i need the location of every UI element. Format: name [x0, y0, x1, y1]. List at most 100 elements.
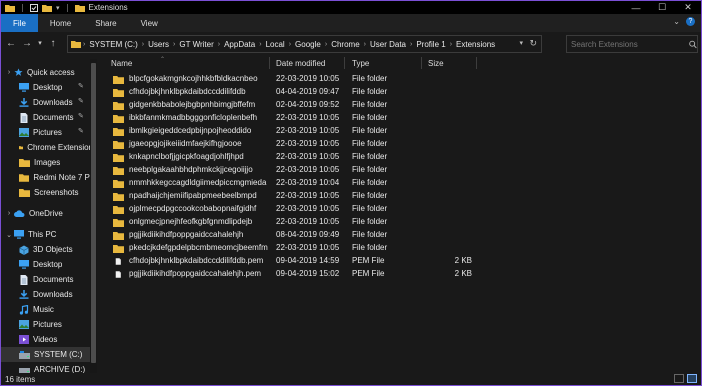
chevron-down-icon[interactable]: ⌄ — [5, 231, 13, 239]
file-row[interactable]: neebplgakaahbhdphmkckjjcegoiijjo 22-03-20… — [108, 164, 701, 177]
column-name[interactable]: Name — [111, 55, 132, 71]
3d-objects-icon — [19, 245, 29, 255]
help-icon[interactable]: ? — [686, 17, 695, 26]
pin-icon[interactable]: ✎ — [78, 128, 84, 135]
file-row[interactable]: onlgmecjpnejhfeofkgbfgnmdlipdejb 22-03-20… — [108, 216, 701, 229]
chevron-down-icon[interactable]: ▾ — [519, 39, 523, 47]
breadcrumb-extensions[interactable]: Extensions — [454, 40, 497, 49]
breadcrumb-google[interactable]: Google — [293, 40, 323, 49]
folder-icon — [113, 128, 124, 136]
chevron-down-icon[interactable]: ▾ — [56, 4, 60, 12]
file-row[interactable]: pkedcjkdefgpdelpbcmbmeomcjbeemfm 22-03-20… — [108, 242, 701, 255]
file-row[interactable]: ibmlkgieigeddcedpbijnpojheoddido 22-03-20… — [108, 125, 701, 138]
back-button[interactable]: ← — [3, 35, 19, 51]
file-row[interactable]: gidgenkbbabolejbgbpnhbimgjbffefm 02-04-20… — [108, 99, 701, 112]
breadcrumb-gt-writer[interactable]: GT Writer — [177, 40, 215, 49]
pin-icon[interactable]: ✎ — [78, 83, 84, 90]
column-divider[interactable] — [421, 57, 422, 69]
new-folder-icon[interactable] — [42, 4, 52, 12]
pin-icon[interactable]: ✎ — [78, 98, 84, 105]
nav-pane-scrollbar[interactable] — [90, 59, 97, 373]
nav-item-downloads[interactable]: Downloads ✎ — [1, 95, 97, 110]
nav-pc-downloads[interactable]: Downloads — [1, 287, 97, 302]
large-icons-view-button[interactable] — [687, 374, 697, 383]
nav-this-pc[interactable]: ⌄ This PC — [1, 227, 97, 242]
nav-quick-access[interactable]: › Quick access — [1, 65, 97, 80]
nav-item-redmi-note-7-pro[interactable]: Redmi Note 7 Pro — [1, 170, 97, 185]
scrollbar-thumb[interactable] — [91, 63, 96, 363]
column-date-modified[interactable]: Date modified — [276, 55, 325, 71]
up-button[interactable]: ↑ — [45, 35, 61, 51]
column-divider[interactable] — [344, 57, 345, 69]
file-row[interactable]: cfhdojbkjhnklbpkdaibdccddilifddb.pem 09-0… — [108, 255, 701, 268]
chevron-down-icon[interactable]: ⌄ — [673, 17, 680, 26]
file-row[interactable]: knkapnclbofjjgicpkfoagdjohlfjhpd 22-03-20… — [108, 151, 701, 164]
file-row[interactable]: pgjjikdiikihdfpoppgaidccahalehjh.pem 09-0… — [108, 268, 701, 281]
search-input[interactable] — [567, 38, 677, 50]
breadcrumb-local[interactable]: Local — [264, 40, 287, 49]
nav-pc-music[interactable]: Music — [1, 302, 97, 317]
column-divider[interactable] — [476, 57, 477, 69]
breadcrumb-user-data[interactable]: User Data — [368, 40, 408, 49]
nav-item-screenshots[interactable]: Screenshots — [1, 185, 97, 200]
nav-pc-videos[interactable]: Videos — [1, 332, 97, 347]
file-row[interactable]: cfhdojbkjhnklbpkdaibdccddilifddb 04-04-20… — [108, 86, 701, 99]
file-row[interactable]: blpcfgokakmgnkcojhhkbfbldkacnbeo 22-03-20… — [108, 73, 701, 86]
nav-item-desktop[interactable]: Desktop ✎ — [1, 80, 97, 95]
breadcrumb-chrome[interactable]: Chrome — [329, 40, 361, 49]
nav-label: OneDrive — [29, 209, 63, 218]
nav-label: SYSTEM (C:) — [34, 350, 83, 359]
maximize-button[interactable]: ☐ — [649, 1, 675, 14]
refresh-icon[interactable]: ↻ — [529, 38, 537, 49]
breadcrumb-users[interactable]: Users — [146, 40, 171, 49]
file-date: 08-04-2019 09:49 — [276, 230, 340, 239]
pin-icon[interactable]: ✎ — [78, 113, 84, 120]
nav-item-documents[interactable]: Documents ✎ — [1, 110, 97, 125]
minimize-button[interactable]: — — [623, 1, 649, 14]
nav-pc-pictures[interactable]: Pictures — [1, 317, 97, 332]
breadcrumb-appdata[interactable]: AppData — [222, 40, 257, 49]
breadcrumb-system-c[interactable]: SYSTEM (C:) — [87, 40, 139, 49]
file-row[interactable]: npadhaijchjemiifipabpmeebeelbmpd 22-03-20… — [108, 190, 701, 203]
nav-onedrive[interactable]: › OneDrive — [1, 206, 97, 221]
file-date: 22-03-2019 10:05 — [276, 204, 340, 213]
nav-item-chrome-extensions[interactable]: Chrome Extensions — [1, 140, 97, 155]
breadcrumb-profile-1[interactable]: Profile 1 — [414, 40, 447, 49]
nav-pc-archive-d[interactable]: ARCHIVE (D:) — [1, 362, 97, 373]
nav-pc-desktop[interactable]: Desktop — [1, 257, 97, 272]
search-icon[interactable] — [689, 40, 697, 49]
tab-share[interactable]: Share — [83, 14, 128, 32]
file-row[interactable]: ojplmecpdpgccookcobabopnaifgidhf 22-03-20… — [108, 203, 701, 216]
details-view-button[interactable] — [674, 374, 684, 383]
forward-button[interactable]: → — [19, 35, 35, 51]
column-type[interactable]: Type — [352, 55, 369, 71]
file-date: 22-03-2019 10:05 — [276, 126, 340, 135]
nav-label: 3D Objects — [33, 245, 73, 254]
file-row[interactable]: ibkbfanmkmadbbgggonficloplenbefh 22-03-20… — [108, 112, 701, 125]
arrow-up-icon: ↑ — [50, 37, 56, 49]
nav-item-images[interactable]: Images — [1, 155, 97, 170]
file-type: File folder — [352, 113, 388, 122]
nav-pc-documents[interactable]: Documents — [1, 272, 97, 287]
tab-file[interactable]: File — [1, 14, 38, 32]
address-bar[interactable]: › SYSTEM (C:) › Users › GT Writer › AppD… — [67, 35, 542, 53]
file-row[interactable]: nmmhkkegccagdldgiimedpiccmgmieda 22-03-20… — [108, 177, 701, 190]
file-row[interactable]: pgjjikdiikihdfpoppgaidccahalehjh 08-04-20… — [108, 229, 701, 242]
nav-pc-system-c[interactable]: SYSTEM (C:) — [1, 347, 97, 362]
recent-locations-button[interactable]: ▾ — [35, 35, 45, 51]
search-box[interactable] — [566, 35, 698, 53]
chevron-right-icon[interactable]: › — [5, 210, 13, 217]
tab-view[interactable]: View — [129, 14, 170, 32]
nav-label: Chrome Extensions — [27, 143, 97, 152]
chevron-right-icon[interactable]: › — [5, 69, 13, 76]
file-type: File folder — [352, 230, 388, 239]
file-row[interactable]: jgaeopgjojikeiiidmfaejkifhgjoooe 22-03-20… — [108, 138, 701, 151]
nav-pc-3d-objects[interactable]: 3D Objects — [1, 242, 97, 257]
nav-item-pictures[interactable]: Pictures ✎ — [1, 125, 97, 140]
properties-icon[interactable] — [30, 3, 38, 12]
column-size[interactable]: Size — [428, 55, 444, 71]
tab-home[interactable]: Home — [38, 14, 83, 32]
close-button[interactable]: ✕ — [675, 1, 701, 14]
file-type: File folder — [352, 74, 388, 83]
column-divider[interactable] — [269, 57, 270, 69]
